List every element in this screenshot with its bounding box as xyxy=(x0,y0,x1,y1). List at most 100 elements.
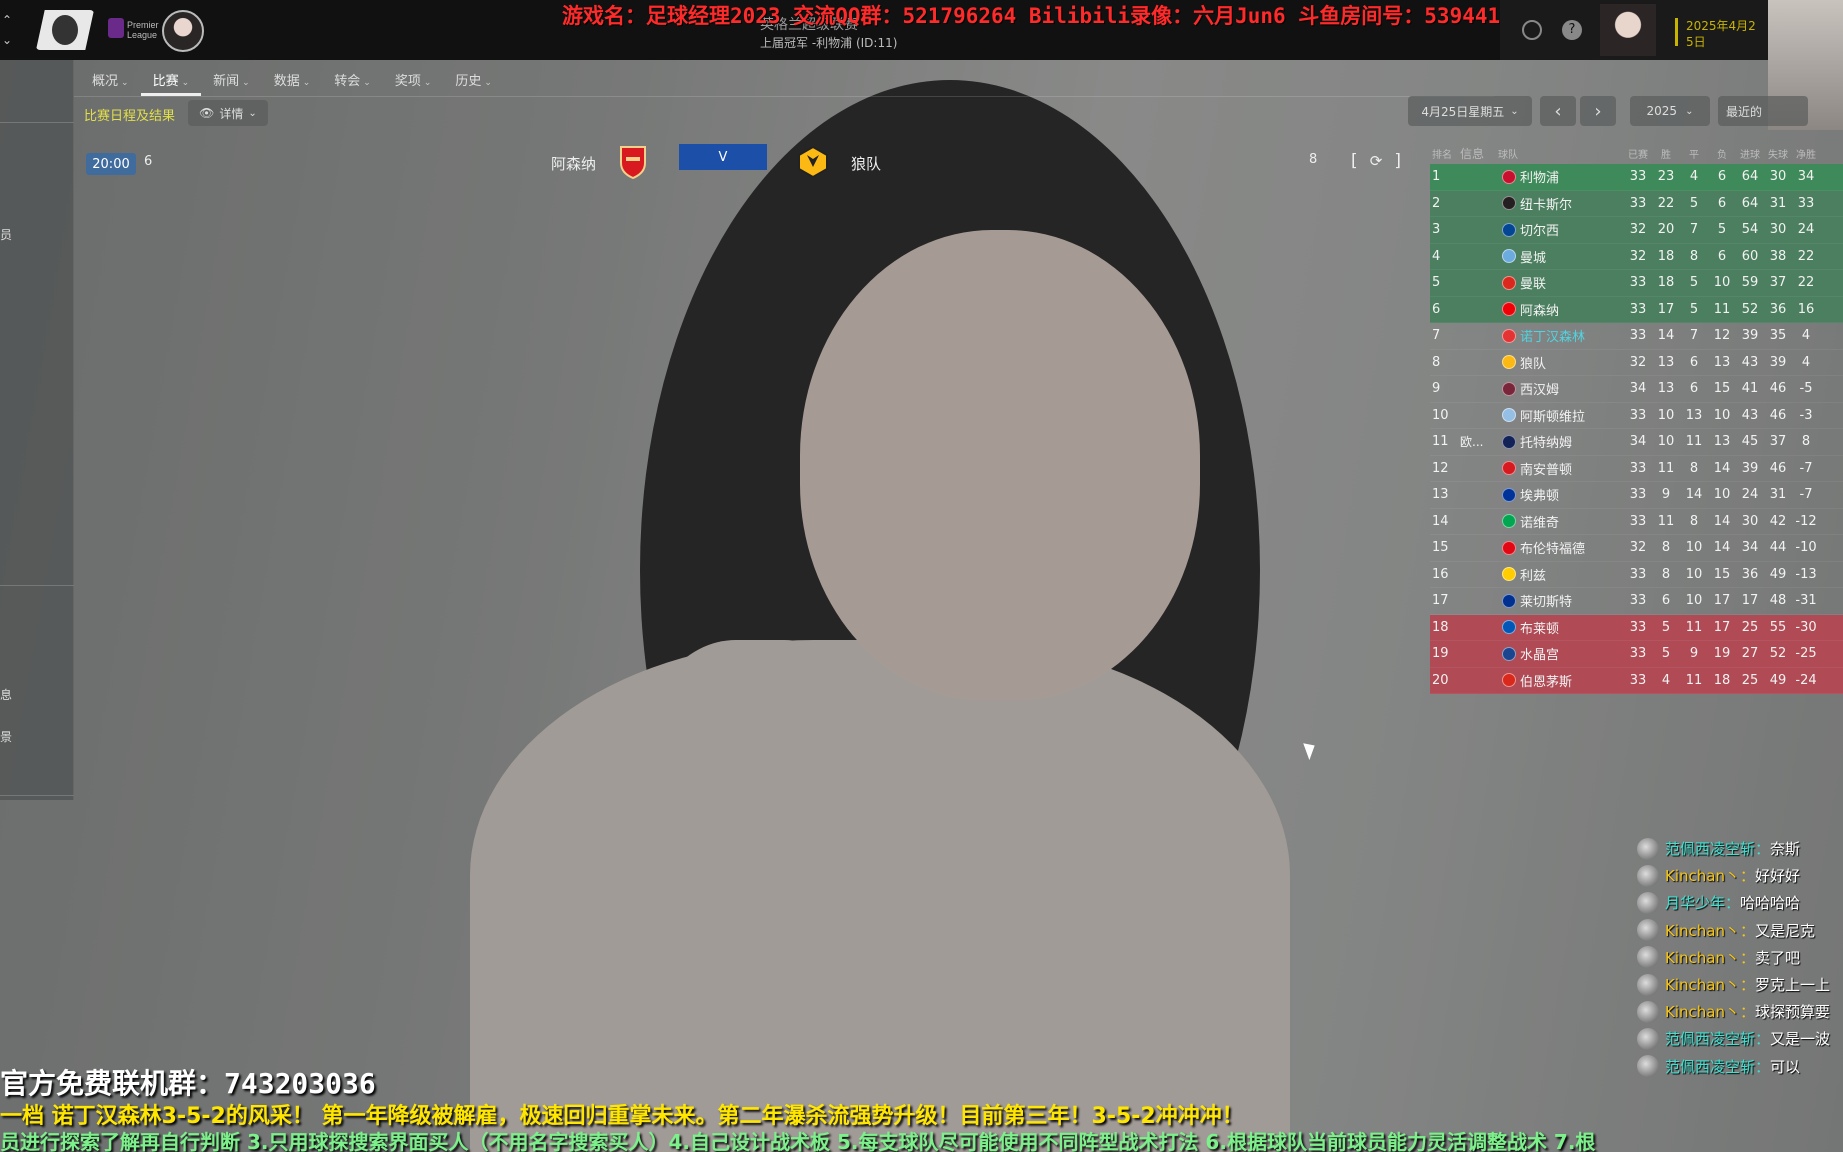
table-cell-p: 34 xyxy=(1629,434,1647,450)
sidebar-item-label[interactable]: 员 xyxy=(0,226,12,243)
table-row[interactable]: 8 狼队 32 13 6 13 43 39 4 xyxy=(1430,350,1843,376)
table-row[interactable]: 18 布莱顿 33 5 11 17 25 55 -30 xyxy=(1430,614,1843,641)
table-cell-team[interactable]: 利物浦 xyxy=(1520,167,1624,186)
table-cell-gf: 52 xyxy=(1741,301,1759,317)
prev-date-button[interactable]: ‹ xyxy=(1540,96,1576,126)
col-header[interactable]: 信息 xyxy=(1460,145,1498,162)
next-date-button[interactable]: › xyxy=(1580,96,1616,126)
table-row[interactable]: 4 曼城 32 18 8 6 60 38 22 xyxy=(1430,243,1843,270)
team-crest-icon xyxy=(1498,408,1520,423)
table-cell-team[interactable]: 纽卡斯尔 xyxy=(1520,194,1624,213)
table-row[interactable]: 6 阿森纳 33 17 5 11 52 36 16 xyxy=(1430,296,1843,323)
table-cell-gf: 43 xyxy=(1741,407,1759,423)
recent-button[interactable]: 最近的 xyxy=(1718,96,1808,126)
table-cell-team[interactable]: 诺维奇 xyxy=(1520,512,1624,531)
table-cell-team[interactable]: 曼联 xyxy=(1520,273,1624,292)
tab-transfers[interactable]: 转会 ⌄ xyxy=(322,62,383,96)
tab-history[interactable]: 历史 ⌄ xyxy=(443,62,504,96)
home-team-name[interactable]: 阿森纳 xyxy=(551,153,596,174)
manager-avatar[interactable] xyxy=(1600,4,1656,56)
table-cell-team[interactable]: 阿斯顿维拉 xyxy=(1520,406,1624,425)
chat-message: 范佩西凌空斩：奈斯 xyxy=(1637,835,1843,862)
table-cell-l: 10 xyxy=(1713,487,1731,503)
table-row[interactable]: 16 利兹 33 8 10 15 36 49 -13 xyxy=(1430,562,1843,588)
table-cell-team[interactable]: 布伦特福德 xyxy=(1520,538,1624,557)
table-cell-team[interactable]: 西汉姆 xyxy=(1520,379,1624,398)
table-row[interactable]: 2 纽卡斯尔 33 22 5 6 64 31 33 xyxy=(1430,190,1843,217)
table-cell-team[interactable]: 利兹 xyxy=(1520,565,1624,584)
table-row[interactable]: 14 诺维奇 33 11 8 14 30 42 -12 xyxy=(1430,509,1843,535)
detail-button[interactable]: 👁 详情 ⌄ xyxy=(188,100,268,126)
tab-awards[interactable]: 奖项 ⌄ xyxy=(383,62,444,96)
chat-message: Kinchan丶：卖了吧 xyxy=(1637,944,1843,971)
table-cell-d: 4 xyxy=(1689,169,1699,185)
table-row[interactable]: 17 莱切斯特 33 6 10 17 17 48 -31 xyxy=(1430,588,1843,615)
chat-username: 月华少年 xyxy=(1665,894,1726,913)
col-header[interactable]: 球队 xyxy=(1498,146,1624,161)
table-cell-l: 6 xyxy=(1717,195,1727,211)
table-row[interactable]: 11 欧... 托特纳姆 34 10 11 13 45 37 8 xyxy=(1430,429,1843,456)
chat-separator: ： xyxy=(1755,840,1771,859)
col-header[interactable]: 进球 xyxy=(1736,146,1764,161)
chat-text: 又是一波 xyxy=(1770,1030,1831,1049)
table-cell-team[interactable]: 埃弗顿 xyxy=(1520,485,1624,504)
help-icon[interactable]: ? xyxy=(1562,20,1582,40)
sidebar-item-label[interactable]: 景 xyxy=(0,728,12,745)
collapse-arrows-icon[interactable]: ⌃ ⌄ xyxy=(2,10,12,50)
fixture-row[interactable]: 20:00 6 阿森纳 V 狼队 8 [⟳] xyxy=(86,144,1406,188)
col-header[interactable]: 胜 xyxy=(1652,146,1680,161)
table-cell-team[interactable]: 布莱顿 xyxy=(1520,618,1624,637)
globe-icon[interactable] xyxy=(1522,20,1542,40)
avatar-left[interactable] xyxy=(36,10,94,50)
table-row[interactable]: 1 利物浦 33 23 4 6 64 30 34 xyxy=(1430,164,1843,191)
table-cell-team[interactable]: 水晶宫 xyxy=(1520,644,1624,663)
table-row[interactable]: 15 布伦特福德 32 8 10 14 34 44 -10 xyxy=(1430,535,1843,562)
table-cell-team[interactable]: 曼城 xyxy=(1520,247,1624,266)
premier-league-logo-icon xyxy=(108,18,124,38)
table-cell-team[interactable]: 莱切斯特 xyxy=(1520,591,1624,610)
year-select[interactable]: 2025 ⌄ xyxy=(1630,96,1710,126)
away-team-name[interactable]: 狼队 xyxy=(851,153,881,174)
table-row[interactable]: 5 曼联 33 18 5 10 59 37 22 xyxy=(1430,270,1843,297)
col-header[interactable]: 已赛 xyxy=(1624,146,1652,161)
col-header[interactable]: 净胜 xyxy=(1792,146,1820,161)
col-header[interactable]: 失球 xyxy=(1764,146,1792,161)
chat-separator: ： xyxy=(1739,948,1755,967)
table-cell-w: 8 xyxy=(1661,540,1671,556)
col-header[interactable]: 平 xyxy=(1680,146,1708,161)
tab-overview[interactable]: 概况 ⌄ xyxy=(80,62,141,96)
team-crest-icon xyxy=(1498,646,1520,661)
chat-separator: ： xyxy=(1739,921,1755,940)
col-header[interactable]: 排名 xyxy=(1430,146,1460,161)
avatar-right[interactable] xyxy=(162,10,204,52)
table-cell-team[interactable]: 托特纳姆 xyxy=(1520,432,1624,451)
table-row[interactable]: 19 水晶宫 33 5 9 19 27 52 -25 xyxy=(1430,641,1843,668)
tab-stats[interactable]: 数据 ⌄ xyxy=(262,62,323,96)
table-cell-team[interactable]: 切尔西 xyxy=(1520,220,1624,239)
table-cell-gd: -7 xyxy=(1799,487,1813,503)
tab-matches[interactable]: 比赛 ⌄ xyxy=(140,62,202,96)
table-row[interactable]: 3 切尔西 32 20 7 5 54 30 24 xyxy=(1430,217,1843,244)
date-select[interactable]: 4月25日星期五 ⌄ xyxy=(1408,96,1532,126)
table-cell-team[interactable]: 南安普顿 xyxy=(1520,459,1624,478)
table-row[interactable]: 10 阿斯顿维拉 33 10 13 10 43 46 -3 xyxy=(1430,403,1843,429)
tab-news[interactable]: 新闻 ⌄ xyxy=(201,62,262,96)
table-row[interactable]: 20 伯恩茅斯 33 4 11 18 25 49 -24 xyxy=(1430,667,1843,694)
user-avatar xyxy=(1637,864,1659,887)
table-row[interactable]: 12 南安普顿 33 11 8 14 39 46 -7 xyxy=(1430,456,1843,482)
league-subtitle: 上届冠军 -利物浦 (ID:11) xyxy=(760,36,898,50)
crest-shape xyxy=(1502,408,1516,423)
table-row[interactable]: 9 西汉姆 34 13 6 15 41 46 -5 xyxy=(1430,376,1843,403)
table-cell-team[interactable]: 诺丁汉森林 xyxy=(1520,326,1624,345)
table-row[interactable]: 13 埃弗顿 33 9 14 10 24 31 -7 xyxy=(1430,482,1843,509)
table-cell-d: 11 xyxy=(1685,434,1703,450)
table-cell-d: 8 xyxy=(1689,460,1699,476)
sidebar-item-label[interactable]: 息 xyxy=(0,686,12,703)
table-cell-team[interactable]: 阿森纳 xyxy=(1520,300,1624,319)
vs-badge[interactable]: V xyxy=(679,144,767,170)
col-header[interactable]: 负 xyxy=(1708,146,1736,161)
table-cell-team[interactable]: 狼队 xyxy=(1520,353,1624,372)
table-cell-team[interactable]: 伯恩茅斯 xyxy=(1520,671,1624,690)
match-action-icon[interactable]: [⟳] xyxy=(1351,148,1401,174)
table-row[interactable]: 7 诺丁汉森林 33 14 7 12 39 35 4 xyxy=(1430,323,1843,350)
